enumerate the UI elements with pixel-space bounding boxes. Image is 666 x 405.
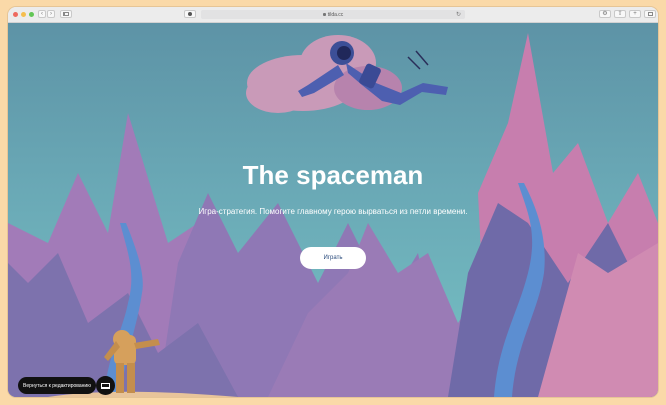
- shield-icon: [188, 12, 192, 16]
- share-button[interactable]: ⇧: [614, 10, 626, 18]
- address-bar[interactable]: tilda.cc ↻: [201, 10, 465, 19]
- sidebar-icon: [63, 12, 69, 16]
- sidebar-toggle-button[interactable]: [60, 10, 72, 18]
- back-nav-button[interactable]: ‹: [38, 10, 46, 18]
- play-button[interactable]: Играть: [300, 247, 366, 269]
- browser-toolbar: ‹ › tilda.cc ↻ ⚙ ⇧ +: [8, 7, 658, 23]
- privacy-report-button[interactable]: [184, 10, 196, 18]
- lock-icon: [322, 13, 326, 16]
- page-content: The spaceman Игра-стратегия. Помогите гл…: [8, 23, 658, 397]
- device-preview-button[interactable]: [96, 376, 115, 395]
- close-window-button[interactable]: [13, 12, 18, 17]
- share-icon: ⇧: [617, 11, 623, 17]
- chevron-left-icon: ‹: [41, 11, 43, 17]
- minimize-window-button[interactable]: [21, 12, 26, 17]
- hero-title: The spaceman: [242, 160, 424, 190]
- reload-icon[interactable]: ↻: [456, 11, 461, 18]
- url-text: tilda.cc: [327, 11, 344, 18]
- tabs-icon: [647, 12, 653, 16]
- gear-icon: ⚙: [602, 11, 608, 17]
- monitor-icon: [101, 382, 110, 389]
- tab-overview-button[interactable]: [644, 10, 656, 18]
- back-to-editing-button[interactable]: Вернуться к редактированию: [18, 377, 96, 394]
- chevron-right-icon: ›: [50, 11, 52, 17]
- forward-nav-button[interactable]: ›: [47, 10, 55, 18]
- browser-window: ‹ › tilda.cc ↻ ⚙ ⇧ + The spaceman Игра-с…: [8, 7, 658, 397]
- page-frame: ‹ › tilda.cc ↻ ⚙ ⇧ + The spaceman Игра-с…: [0, 0, 666, 405]
- plus-icon: +: [633, 11, 637, 17]
- zoom-window-button[interactable]: [29, 12, 34, 17]
- new-tab-button[interactable]: +: [629, 10, 641, 18]
- extension-button[interactable]: ⚙: [599, 10, 611, 18]
- hero-subtitle: Игра-стратегия. Помогите главному герою …: [198, 207, 468, 216]
